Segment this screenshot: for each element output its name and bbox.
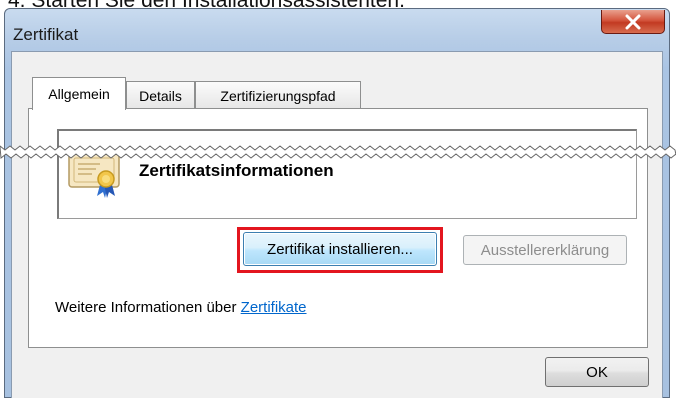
close-x-icon [625, 14, 641, 29]
tab-allgemein[interactable]: Allgemein [32, 77, 126, 110]
issuer-statement-button: Ausstellererklärung [463, 235, 627, 265]
certificate-info-title: Zertifikatsinformationen [139, 161, 334, 180]
certificate-dialog: Zertifikat Allgemein Details Zertifizier… [4, 8, 670, 398]
screenshot: 4. Starten Sie den Installationsassisten… [0, 0, 676, 398]
torn-edge [0, 145, 676, 159]
tab-details[interactable]: Details [126, 81, 195, 109]
ok-button[interactable]: OK [545, 357, 649, 387]
dialog-client-area: Allgemein Details Zertifizierungspfad Ze… [11, 51, 663, 398]
window-title: Zertifikat [13, 25, 79, 44]
tab-zertifizierungspfad[interactable]: Zertifizierungspfad [195, 81, 361, 109]
more-info-prefix: Weitere Informationen über [55, 299, 241, 316]
more-info-text: Weitere Informationen über Zertifikate [55, 299, 307, 316]
certificates-link[interactable]: Zertifikate [241, 299, 307, 316]
install-certificate-button[interactable]: Zertifikat installieren... [243, 232, 437, 266]
close-button[interactable] [601, 10, 665, 34]
